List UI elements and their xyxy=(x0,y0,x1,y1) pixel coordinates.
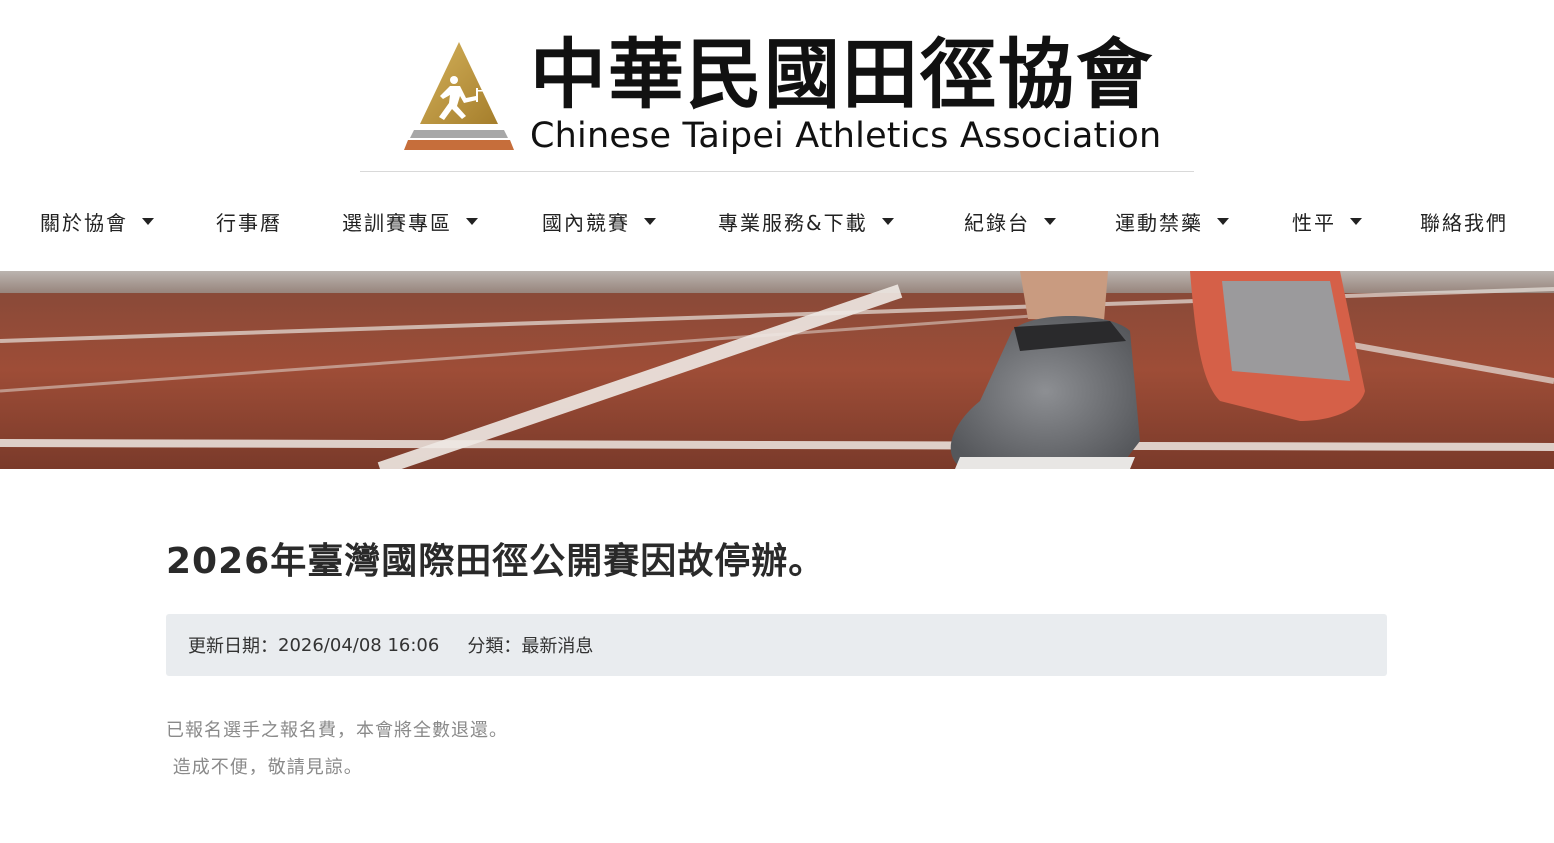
nav-item-label: 運動禁藥 xyxy=(1115,210,1203,235)
nav-item-label: 聯絡我們 xyxy=(1420,210,1508,235)
category-label: 分類： xyxy=(467,636,522,657)
logo-subtitle[interactable]: Chinese Taipei Athletics Association xyxy=(530,114,1161,158)
updated-value: 2026/04/08 16:06 xyxy=(278,634,440,656)
hero-banner xyxy=(0,271,1554,469)
nav-item-label: 專業服務&下載 xyxy=(718,210,868,235)
caret-down-icon xyxy=(142,217,154,225)
nav-item-label: 紀錄台 xyxy=(964,210,1030,235)
site-header: 中華民國田徑協會 Chinese Taipei Athletics Associ… xyxy=(360,30,1194,172)
nav-item-antidoping[interactable]: 運動禁藥 xyxy=(1115,196,1229,246)
updated-label: 更新日期： xyxy=(188,636,278,657)
main-nav: 關於協會 行事曆 選訓賽專區 國內競賽 專業服務&下載 紀錄台 運動禁藥 性平 … xyxy=(0,196,1554,246)
nav-item-selection[interactable]: 選訓賽專區 xyxy=(342,196,478,246)
caret-down-icon xyxy=(1044,217,1056,225)
nav-item-domestic[interactable]: 國內競賽 xyxy=(542,196,656,246)
nav-item-contact[interactable]: 聯絡我們 xyxy=(1420,196,1508,246)
nav-item-label: 選訓賽專區 xyxy=(342,210,452,235)
category-value[interactable]: 最新消息 xyxy=(521,632,593,658)
nav-item-calendar[interactable]: 行事曆 xyxy=(216,196,282,246)
nav-item-label: 關於協會 xyxy=(40,210,128,235)
nav-item-label: 性平 xyxy=(1292,210,1336,235)
caret-down-icon xyxy=(1217,217,1229,225)
logo-runner-icon[interactable] xyxy=(400,40,518,152)
caret-down-icon xyxy=(466,217,478,225)
caret-down-icon xyxy=(881,217,894,225)
nav-item-services[interactable]: 專業服務&下載 xyxy=(718,196,894,246)
nav-item-gender-equality[interactable]: 性平 xyxy=(1292,196,1362,246)
nav-item-records[interactable]: 紀錄台 xyxy=(964,196,1056,246)
caret-down-icon xyxy=(1350,217,1362,225)
nav-item-label: 行事曆 xyxy=(216,210,282,235)
nav-item-label: 國內競賽 xyxy=(542,210,630,235)
article-meta-bar: 更新日期： 2026/04/08 16:06 分類： 最新消息 xyxy=(166,614,1387,676)
logo-title[interactable]: 中華民國田徑協會 xyxy=(530,30,1154,120)
article-title: 2026年臺灣國際田徑公開賽因故停辦。 xyxy=(166,541,826,582)
caret-down-icon xyxy=(644,217,656,225)
article-body-line: 已報名選手之報名費，本會將全數退還。 xyxy=(166,720,508,741)
article-body-line: 造成不便，敬請見諒。 xyxy=(166,757,363,778)
track-banner-image xyxy=(0,271,1554,469)
nav-item-about[interactable]: 關於協會 xyxy=(40,196,154,246)
